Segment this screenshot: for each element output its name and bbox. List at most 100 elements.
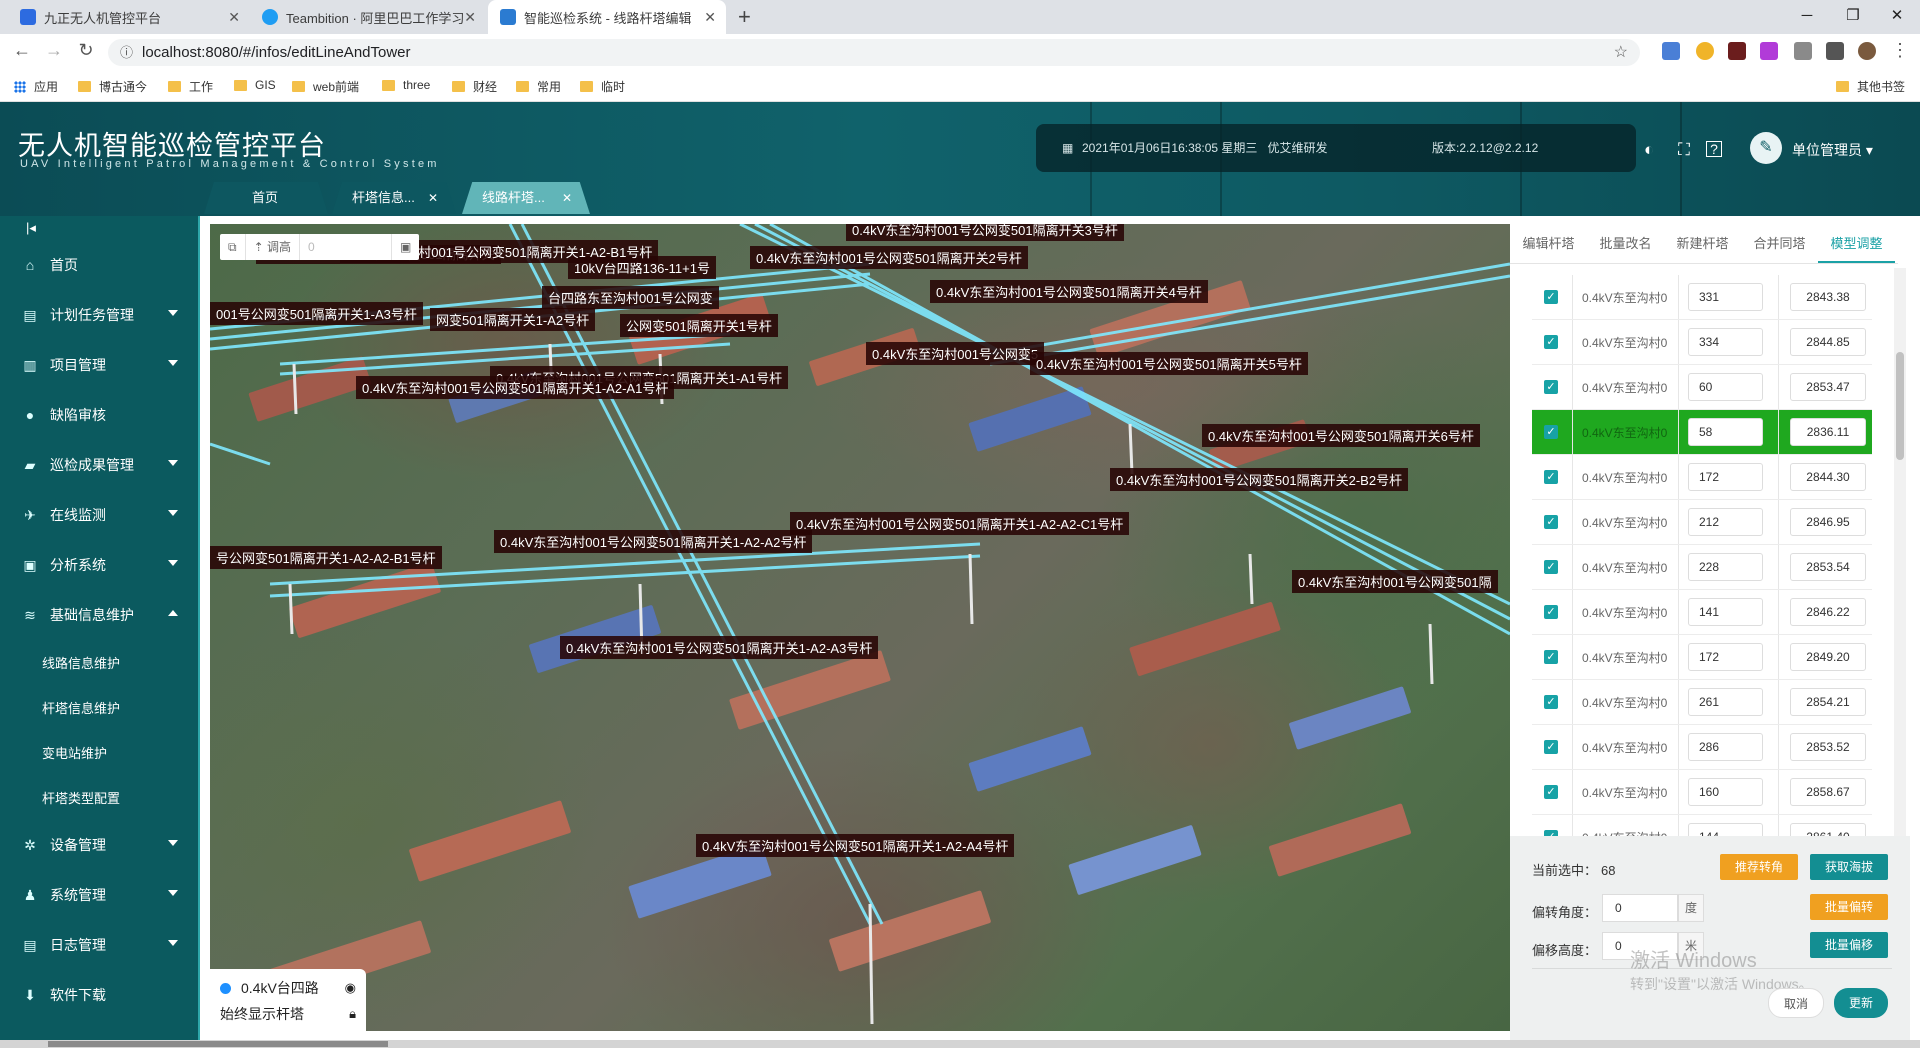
rotation-angle-input[interactable]: 286: [1688, 733, 1763, 761]
sidebar-item-log[interactable]: ▤ 日志管理: [0, 920, 198, 970]
forward-arrow-icon[interactable]: →: [42, 40, 66, 61]
app-tab-line-tower[interactable]: 线路杆塔... ✕: [462, 182, 590, 214]
sidebar-item-system[interactable]: ♟ 系统管理: [0, 870, 198, 920]
scrollbar-thumb[interactable]: [48, 1041, 388, 1047]
sidebar-item-project[interactable]: ▥ 项目管理: [0, 340, 198, 390]
row-checkbox[interactable]: ✓: [1544, 605, 1558, 619]
rotation-angle-input[interactable]: 160: [1688, 778, 1763, 806]
tower-row[interactable]: ✓ 0.4kV东至沟村0 58 2836.11: [1532, 410, 1872, 455]
close-tab-icon[interactable]: ✕: [228, 9, 240, 26]
profile-avatar-icon[interactable]: [1858, 42, 1876, 60]
rotation-angle-input[interactable]: 212: [1688, 508, 1763, 536]
tower-label[interactable]: 0.4kV东至沟村001号公网变501隔离开关2-B2号杆: [1110, 468, 1409, 491]
reload-icon[interactable]: ↻: [74, 40, 98, 61]
tower-row[interactable]: ✓ 0.4kV东至沟村0 160 2858.67: [1532, 770, 1872, 815]
rotation-angle-input[interactable]: 141: [1688, 598, 1763, 626]
close-tab-icon[interactable]: ✕: [464, 9, 476, 26]
ublock-extension-icon[interactable]: [1728, 42, 1746, 60]
sidebar-item-monitor[interactable]: ✈ 在线监测: [0, 490, 198, 540]
sidebar-item-home[interactable]: ⌂ 首页: [0, 240, 198, 290]
sidebar-item-analysis[interactable]: ▣ 分析系统: [0, 540, 198, 590]
url-input[interactable]: ⓘ localhost:8080/#/infos/editLineAndTowe…: [108, 39, 1640, 66]
row-checkbox[interactable]: ✓: [1544, 470, 1558, 484]
tower-row[interactable]: ✓ 0.4kV东至沟村0 212 2846.95: [1532, 500, 1872, 545]
row-checkbox[interactable]: ✓: [1544, 335, 1558, 349]
tower-row[interactable]: ✓ 0.4kV东至沟村0 172 2849.20: [1532, 635, 1872, 680]
rotation-angle-input[interactable]: 228: [1688, 553, 1763, 581]
tower-row[interactable]: ✓ 0.4kV东至沟村0 334 2844.85: [1532, 320, 1872, 365]
tower-label[interactable]: 网变501隔离开关1-A2号杆: [430, 308, 596, 331]
tower-label[interactable]: 0.4kV东至沟村001号公网变501隔离开关6号杆: [1202, 424, 1480, 447]
bookmark-star-icon[interactable]: ☆: [1614, 39, 1628, 66]
back-arrow-icon[interactable]: ←: [10, 40, 34, 61]
altitude-input[interactable]: 2846.22: [1790, 598, 1866, 626]
altitude-input[interactable]: 2846.95: [1790, 508, 1866, 536]
close-icon[interactable]: ✕: [428, 182, 438, 214]
altitude-input[interactable]: 2853.54: [1790, 553, 1866, 581]
app-tab-tower-info[interactable]: 杆塔信息... ✕: [332, 182, 456, 214]
rotation-input[interactable]: 0: [1602, 894, 1678, 922]
minimize-icon[interactable]: ─: [1784, 0, 1830, 30]
app-tab-home[interactable]: 首页: [204, 182, 328, 214]
row-checkbox[interactable]: ✓: [1544, 290, 1558, 304]
bookmark-folder[interactable]: 工作: [168, 78, 213, 95]
altitude-input[interactable]: 2836.11: [1790, 418, 1866, 446]
altitude-input[interactable]: 2858.67: [1790, 778, 1866, 806]
eye-icon[interactable]: ◉: [345, 980, 356, 996]
browser-tab[interactable]: 九正无人机管控平台 ✕: [8, 0, 250, 34]
row-checkbox[interactable]: ✓: [1544, 695, 1558, 709]
rotation-angle-input[interactable]: 172: [1688, 643, 1763, 671]
get-altitude-button[interactable]: 获取海拔: [1810, 854, 1888, 880]
tower-label[interactable]: 0.4kV东至沟村001号公网变5: [866, 342, 1045, 365]
row-checkbox[interactable]: ✓: [1544, 380, 1558, 394]
tower-label[interactable]: 0.4kV东至沟村001号公网变501隔离开关1-A2-A2-C1号杆: [790, 512, 1130, 535]
recommend-angle-button[interactable]: 推荐转角: [1720, 854, 1798, 880]
theme-toggle-icon[interactable]: ◐: [1644, 140, 1654, 160]
update-button[interactable]: 更新: [1834, 988, 1888, 1018]
info-icon[interactable]: ⓘ: [120, 39, 133, 66]
avatar[interactable]: ✎: [1750, 132, 1782, 164]
sidebar-item-plan[interactable]: ▤ 计划任务管理: [0, 290, 198, 340]
tower-label[interactable]: 001号公网变501隔离开关1-A3号杆: [210, 302, 423, 325]
bookmark-folder[interactable]: 常用: [516, 78, 561, 95]
tower-label[interactable]: 0.4kV东至沟村001号公网变501隔离开关3号杆: [846, 224, 1124, 241]
help-icon[interactable]: ?: [1706, 141, 1722, 157]
browser-tab[interactable]: Teambition · 阿里巴巴工作学习… ✕: [250, 0, 486, 34]
scrollbar-thumb[interactable]: [1896, 352, 1904, 460]
sidebar-item-download[interactable]: ⬇ 软件下载: [0, 970, 198, 1020]
tower-row[interactable]: ✓ 0.4kV东至沟村0 172 2844.30: [1532, 455, 1872, 500]
close-icon[interactable]: ✕: [562, 182, 572, 214]
sidebar-subitem-tower-type[interactable]: 杆塔类型配置: [0, 775, 198, 820]
tower-label[interactable]: 台四路东至沟村001号公网变: [542, 286, 719, 309]
sidebar-subitem-substation[interactable]: 变电站维护: [0, 730, 198, 775]
sidebar-subitem-line-info[interactable]: 线路信息维护: [0, 640, 198, 685]
extension-icon[interactable]: [1760, 42, 1778, 60]
browser-tab-active[interactable]: 智能巡检系统 - 线路杆塔编辑 ✕: [488, 0, 726, 34]
altitude-input[interactable]: 2854.21: [1790, 688, 1866, 716]
close-window-icon[interactable]: ✕: [1874, 0, 1920, 30]
bookmark-apps[interactable]: 应用: [14, 78, 58, 95]
user-menu[interactable]: 单位管理员 ▾: [1792, 140, 1873, 160]
batch-rotate-button[interactable]: 批量偏转: [1810, 894, 1888, 920]
row-checkbox[interactable]: ✓: [1544, 650, 1558, 664]
tower-label[interactable]: 0.4kV东至沟村001号公网变501隔离开关1-A2-A3号杆: [560, 636, 879, 659]
new-tab-icon[interactable]: +: [738, 4, 751, 30]
rotation-angle-input[interactable]: 334: [1688, 328, 1763, 356]
altitude-input[interactable]: 2844.85: [1790, 328, 1866, 356]
altitude-input[interactable]: 2843.38: [1790, 283, 1866, 311]
altitude-input[interactable]: 2853.47: [1790, 373, 1866, 401]
tower-row[interactable]: ✓ 0.4kV东至沟村0 228 2853.54: [1532, 545, 1872, 590]
copy-icon[interactable]: ⧉: [220, 234, 246, 260]
collapse-sidebar-icon[interactable]: |◂: [26, 220, 36, 236]
row-checkbox[interactable]: ✓: [1544, 515, 1558, 529]
row-checkbox[interactable]: ✓: [1544, 425, 1558, 439]
tower-row[interactable]: ✓ 0.4kV东至沟村0 331 2843.38: [1532, 275, 1872, 320]
bookmark-folder[interactable]: 财经: [452, 78, 497, 95]
translate-extension-icon[interactable]: [1662, 42, 1680, 60]
map-3d-view[interactable]: 0.4kV东至沟村001号公网变501隔离开关3号杆 0.4kV东至沟村001号…: [210, 224, 1510, 1031]
tower-label[interactable]: 0.4kV东至沟村001号公网变501隔离开关5号杆: [1030, 352, 1308, 375]
rotation-angle-input[interactable]: 60: [1688, 373, 1763, 401]
bookmark-folder[interactable]: 临时: [580, 78, 625, 95]
extension-icon[interactable]: [1794, 42, 1812, 60]
puzzle-extension-icon[interactable]: [1826, 42, 1844, 60]
